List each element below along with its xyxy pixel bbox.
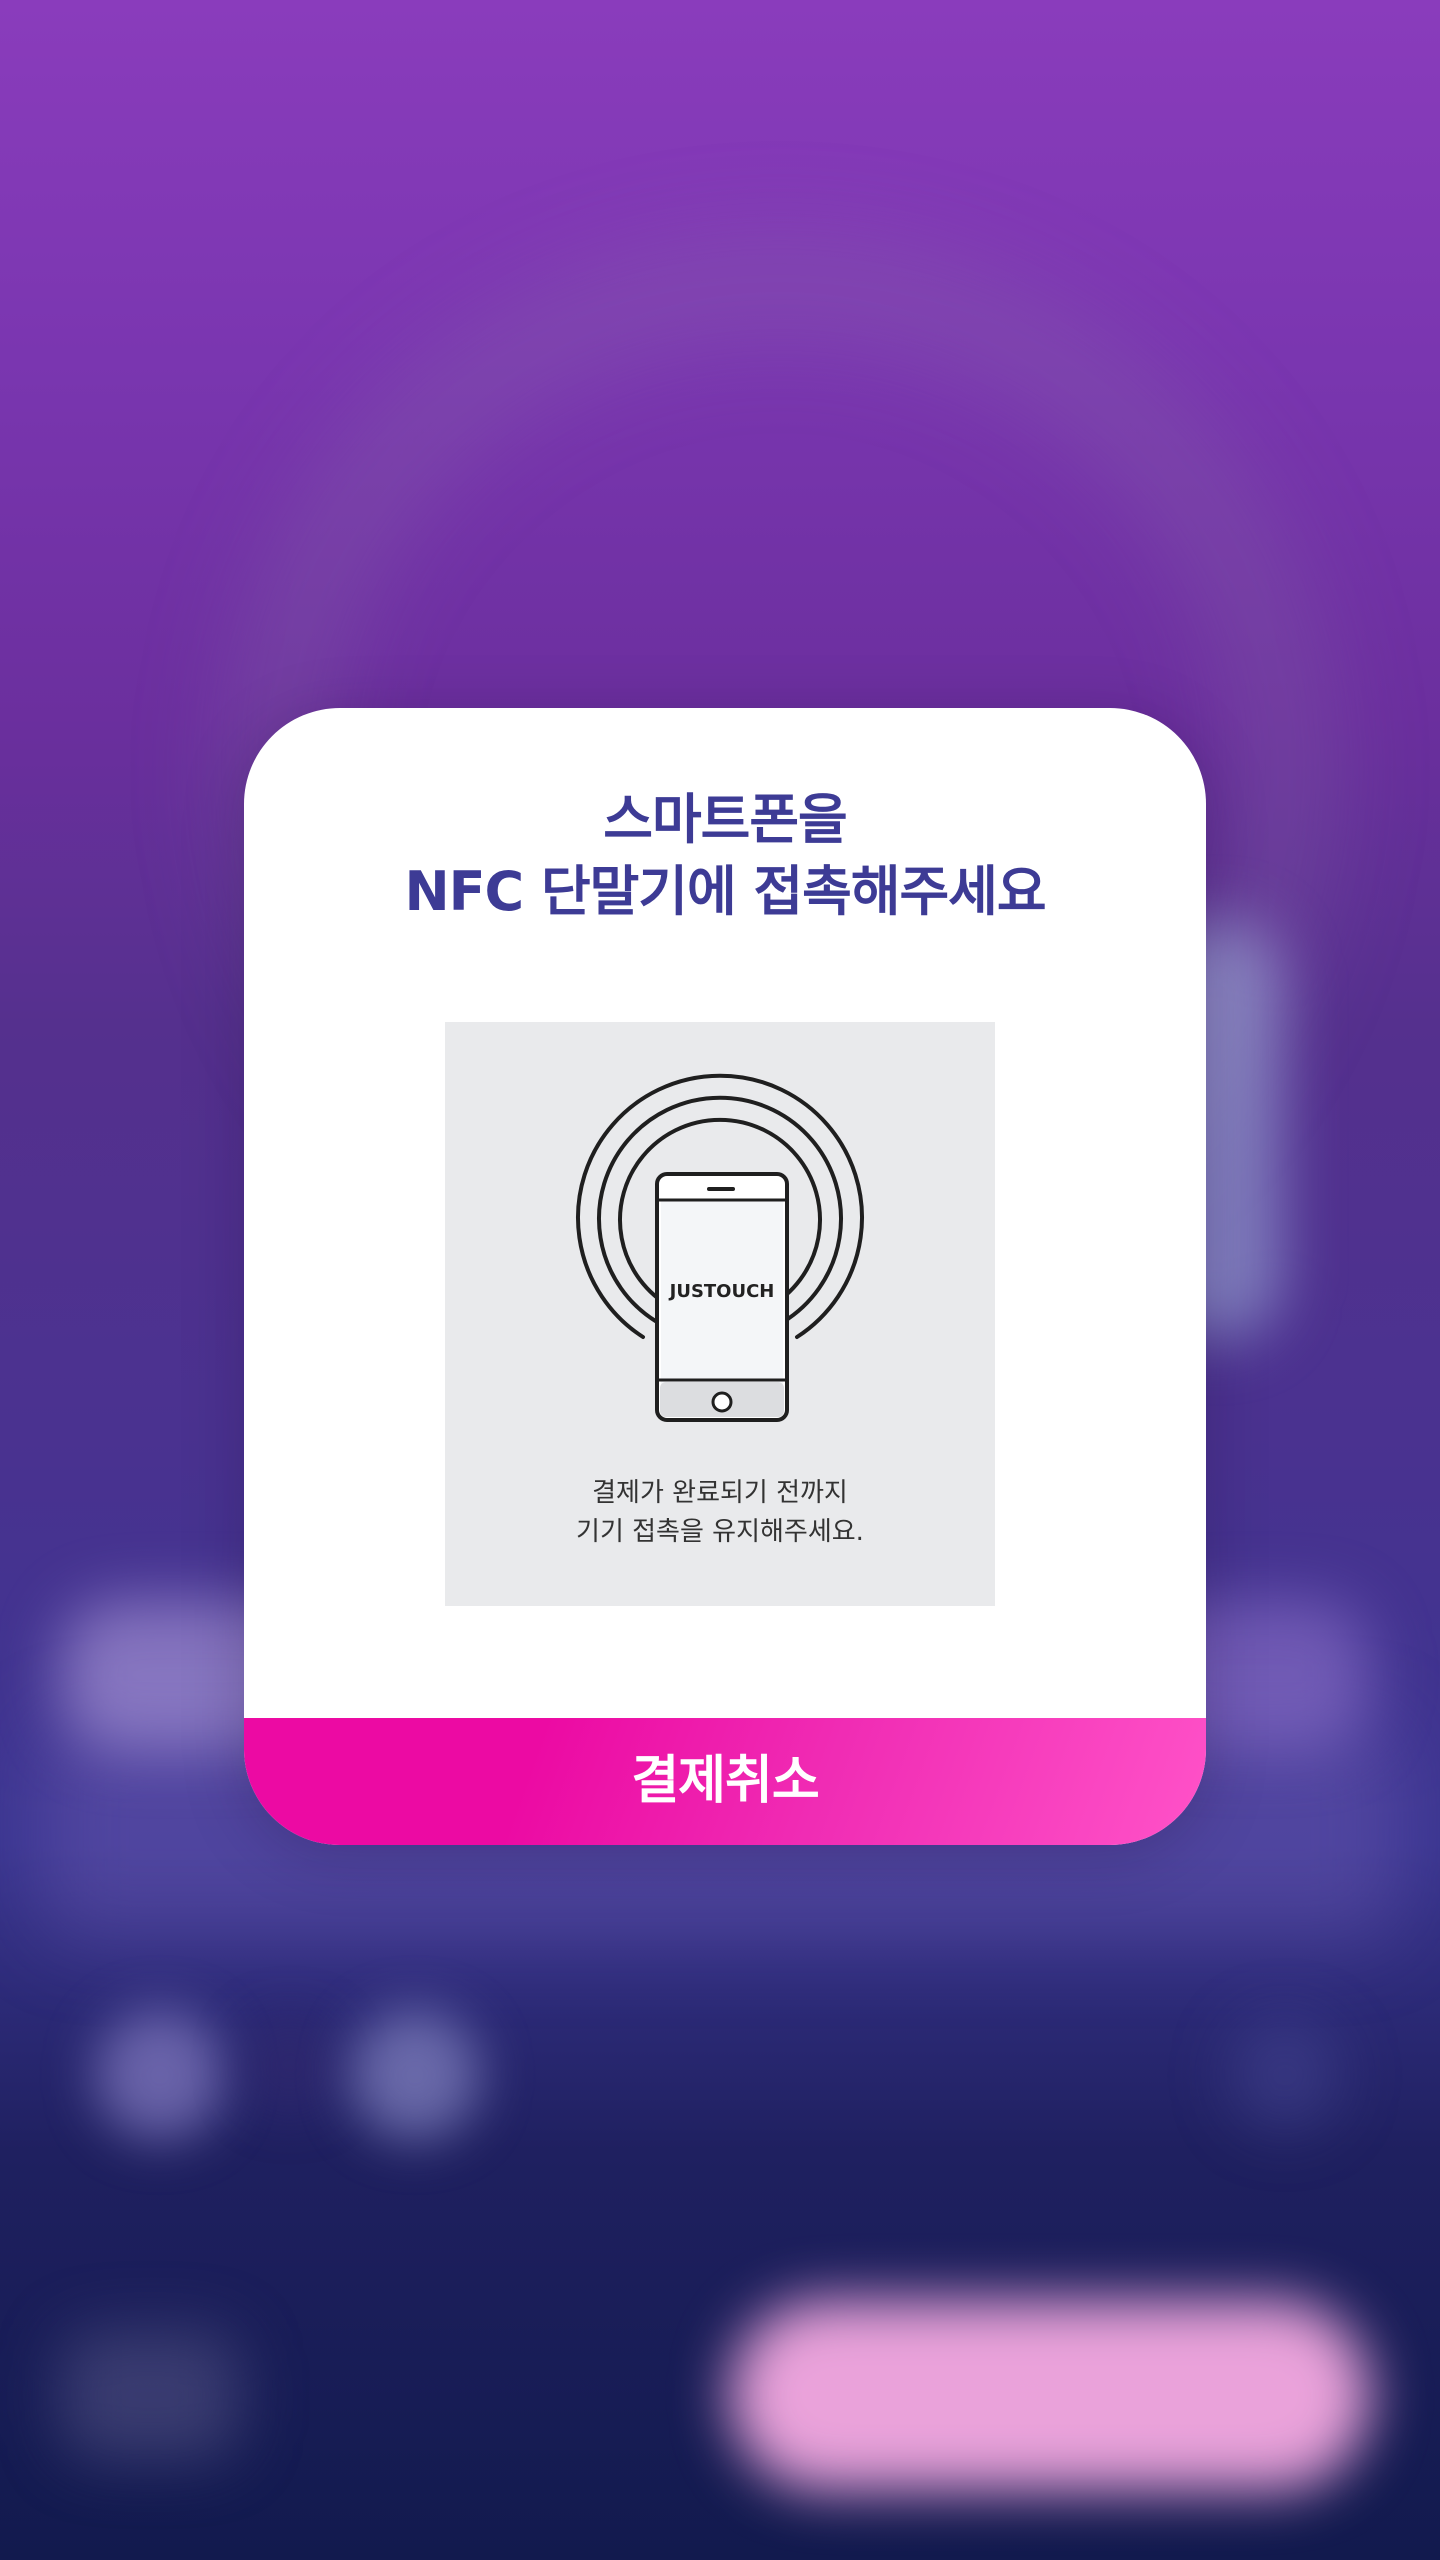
background-blur <box>95 2010 225 2140</box>
notice-line2: 기기 접촉을 유지해주세요. <box>576 1517 864 1547</box>
background-blur <box>60 2330 240 2460</box>
phone-brand-label: JUSTOUCH <box>668 1281 775 1302</box>
dialog-title-line2: NFC 단말기에 접촉해주세요 <box>404 860 1046 923</box>
dialog-title-line1: 스마트폰을 <box>603 788 847 851</box>
notice-line1: 결제가 완료되기 전까지 <box>592 1478 848 1508</box>
nfc-payment-dialog: 스마트폰을 NFC 단말기에 접촉해주세요 JUSTOUCH 결제가 완료되기 … <box>244 708 1206 1845</box>
keep-contact-notice: 결제가 완료되기 전까지 기기 접촉을 유지해주세요. <box>445 1474 995 1552</box>
nfc-illustration: JUSTOUCH 결제가 완료되기 전까지 기기 접촉을 유지해주세요. <box>445 1022 995 1606</box>
background-blur <box>245 2020 335 2110</box>
background-blur <box>350 2010 480 2140</box>
cancel-payment-button[interactable]: 결제취소 <box>244 1718 1206 1845</box>
background-blur <box>1230 2020 1340 2130</box>
dialog-title: 스마트폰을 NFC 단말기에 접촉해주세요 <box>244 784 1206 928</box>
background-blur <box>730 2300 1370 2490</box>
payment-screen: 스마트폰을 NFC 단말기에 접촉해주세요 JUSTOUCH 결제가 완료되기 … <box>0 0 1440 2560</box>
